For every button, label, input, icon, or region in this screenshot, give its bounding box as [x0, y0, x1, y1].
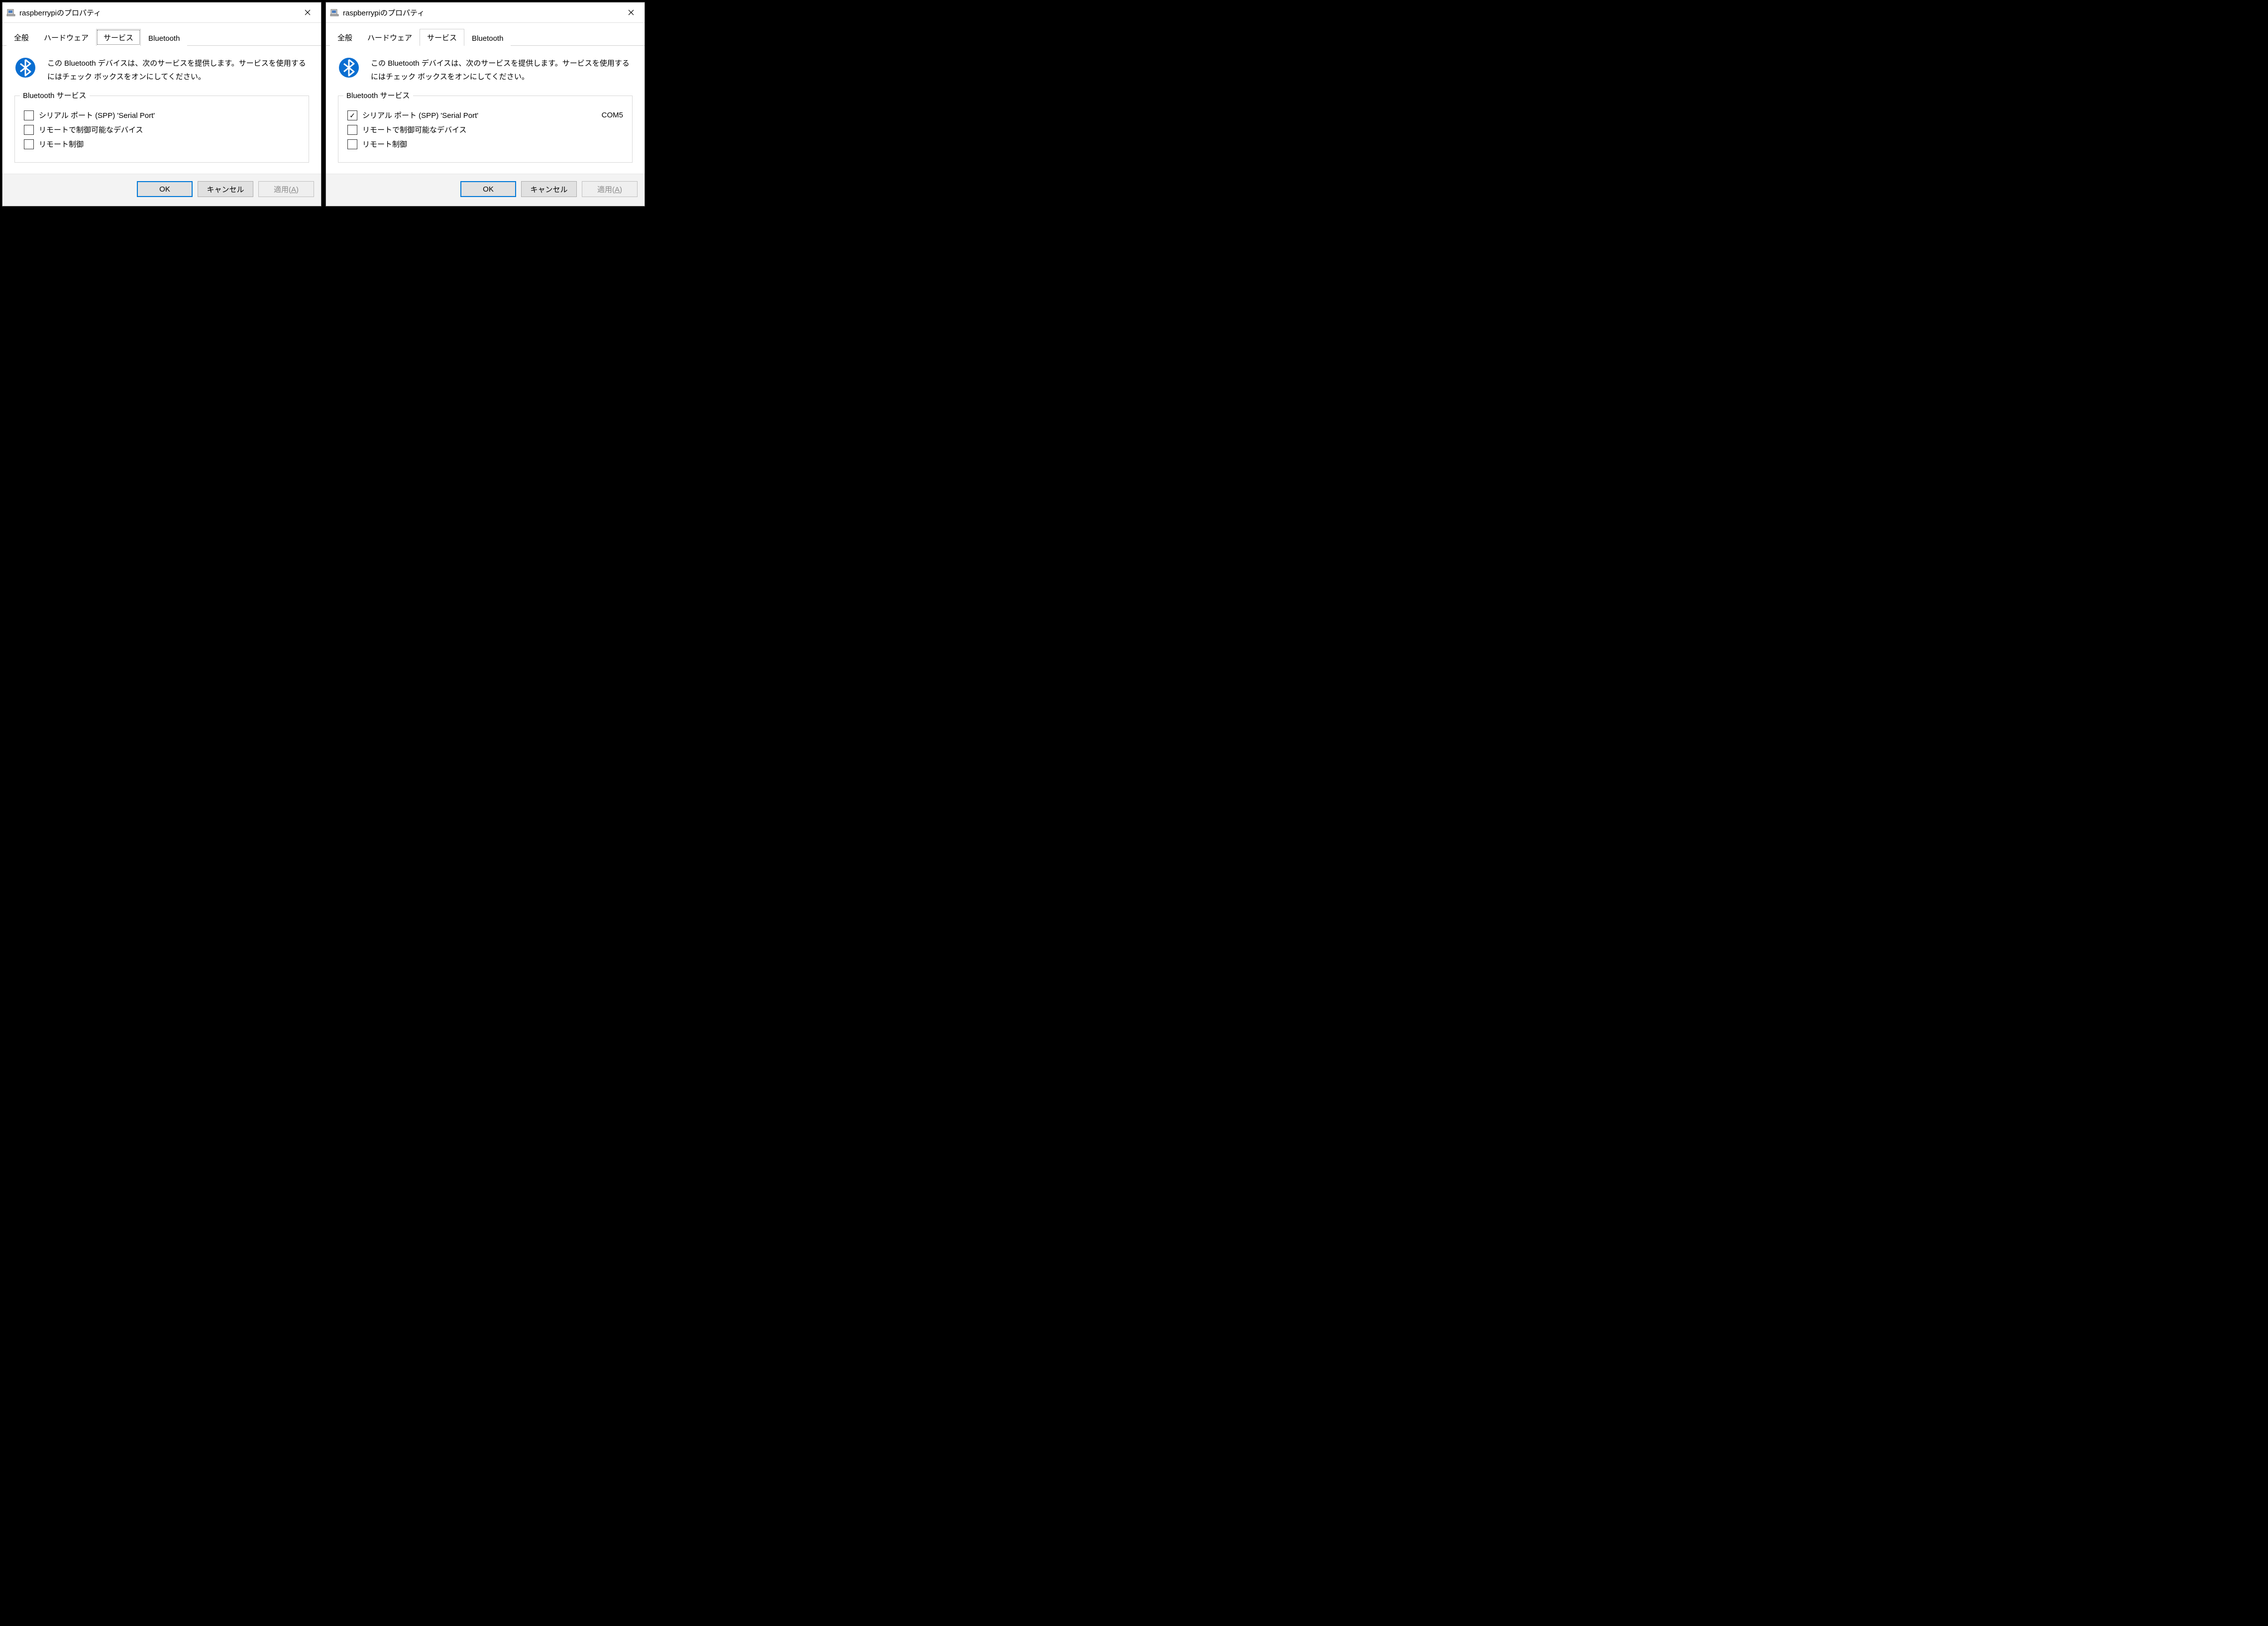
service-label-spp: シリアル ポート (SPP) 'Serial Port': [39, 110, 300, 120]
bluetooth-icon: [338, 57, 360, 79]
close-icon: [628, 9, 634, 15]
tab-general[interactable]: 全般: [330, 29, 360, 46]
service-row-remote-ctrl: リモート制御: [24, 139, 300, 149]
apply-button: 適用(A): [258, 181, 314, 197]
button-bar: OK キャンセル 適用(A): [326, 174, 645, 206]
close-button[interactable]: [296, 4, 319, 20]
tab-page-services: この Bluetooth デバイスは、次のサービスを提供します。サービスを使用す…: [2, 46, 321, 174]
service-label-remote-ctrl: リモート制御: [39, 139, 300, 149]
checkbox-remote-ctrl[interactable]: [347, 139, 357, 149]
services-group: Bluetooth サービス シリアル ポート (SPP) 'Serial Po…: [14, 96, 309, 163]
apply-button: 適用(A): [582, 181, 638, 197]
properties-dialog-before: raspberrypiのプロパティ 全般 ハードウェア サービス Bluetoo…: [2, 2, 322, 206]
close-button[interactable]: [620, 4, 643, 20]
intro-row: この Bluetooth デバイスは、次のサービスを提供します。サービスを使用す…: [338, 57, 633, 84]
ok-button[interactable]: OK: [460, 181, 516, 197]
tab-services[interactable]: サービス: [96, 29, 141, 46]
tabstrip: 全般 ハードウェア サービス Bluetooth: [326, 23, 645, 46]
checkbox-remote-device[interactable]: [347, 125, 357, 135]
device-icon: [6, 8, 15, 17]
cancel-button[interactable]: キャンセル: [198, 181, 253, 197]
intro-row: この Bluetooth デバイスは、次のサービスを提供します。サービスを使用す…: [14, 57, 309, 84]
close-icon: [305, 9, 311, 15]
services-group: Bluetooth サービス シリアル ポート (SPP) 'Serial Po…: [338, 96, 633, 163]
device-icon: [330, 8, 339, 17]
checkbox-spp[interactable]: [24, 110, 34, 120]
checkbox-spp[interactable]: [347, 110, 357, 120]
tab-page-services: この Bluetooth デバイスは、次のサービスを提供します。サービスを使用す…: [326, 46, 645, 174]
service-port-spp: COM5: [602, 111, 623, 119]
bluetooth-icon: [14, 57, 36, 79]
window-title: raspberrypiのプロパティ: [343, 7, 620, 18]
ok-button[interactable]: OK: [137, 181, 193, 197]
titlebar: raspberrypiのプロパティ: [326, 2, 645, 23]
service-label-remote-ctrl: リモート制御: [362, 139, 623, 149]
service-row-remote-device: リモートで制御可能なデバイス: [24, 124, 300, 135]
properties-dialog-after: raspberrypiのプロパティ 全般 ハードウェア サービス Bluetoo…: [325, 2, 645, 206]
tab-bluetooth[interactable]: Bluetooth: [464, 31, 511, 46]
checkbox-remote-device[interactable]: [24, 125, 34, 135]
intro-text: この Bluetooth デバイスは、次のサービスを提供します。サービスを使用す…: [371, 57, 633, 84]
service-row-spp: シリアル ポート (SPP) 'Serial Port': [24, 110, 300, 120]
group-title: Bluetooth サービス: [343, 90, 413, 101]
intro-text: この Bluetooth デバイスは、次のサービスを提供します。サービスを使用す…: [47, 57, 309, 84]
service-label-remote-device: リモートで制御可能なデバイス: [39, 124, 300, 135]
service-row-spp: シリアル ポート (SPP) 'Serial Port' COM5: [347, 110, 623, 120]
service-label-remote-device: リモートで制御可能なデバイス: [362, 124, 623, 135]
group-title: Bluetooth サービス: [20, 90, 90, 101]
tab-hardware[interactable]: ハードウェア: [36, 29, 96, 46]
titlebar: raspberrypiのプロパティ: [2, 2, 321, 23]
tab-hardware[interactable]: ハードウェア: [360, 29, 420, 46]
tab-general[interactable]: 全般: [6, 29, 36, 46]
tab-bluetooth[interactable]: Bluetooth: [141, 31, 187, 46]
tab-services[interactable]: サービス: [420, 29, 464, 46]
service-row-remote-device: リモートで制御可能なデバイス: [347, 124, 623, 135]
checkbox-remote-ctrl[interactable]: [24, 139, 34, 149]
tabstrip: 全般 ハードウェア サービス Bluetooth: [2, 23, 321, 46]
window-title: raspberrypiのプロパティ: [19, 7, 296, 18]
service-label-spp: シリアル ポート (SPP) 'Serial Port': [362, 110, 592, 120]
cancel-button[interactable]: キャンセル: [521, 181, 577, 197]
service-row-remote-ctrl: リモート制御: [347, 139, 623, 149]
button-bar: OK キャンセル 適用(A): [2, 174, 321, 206]
